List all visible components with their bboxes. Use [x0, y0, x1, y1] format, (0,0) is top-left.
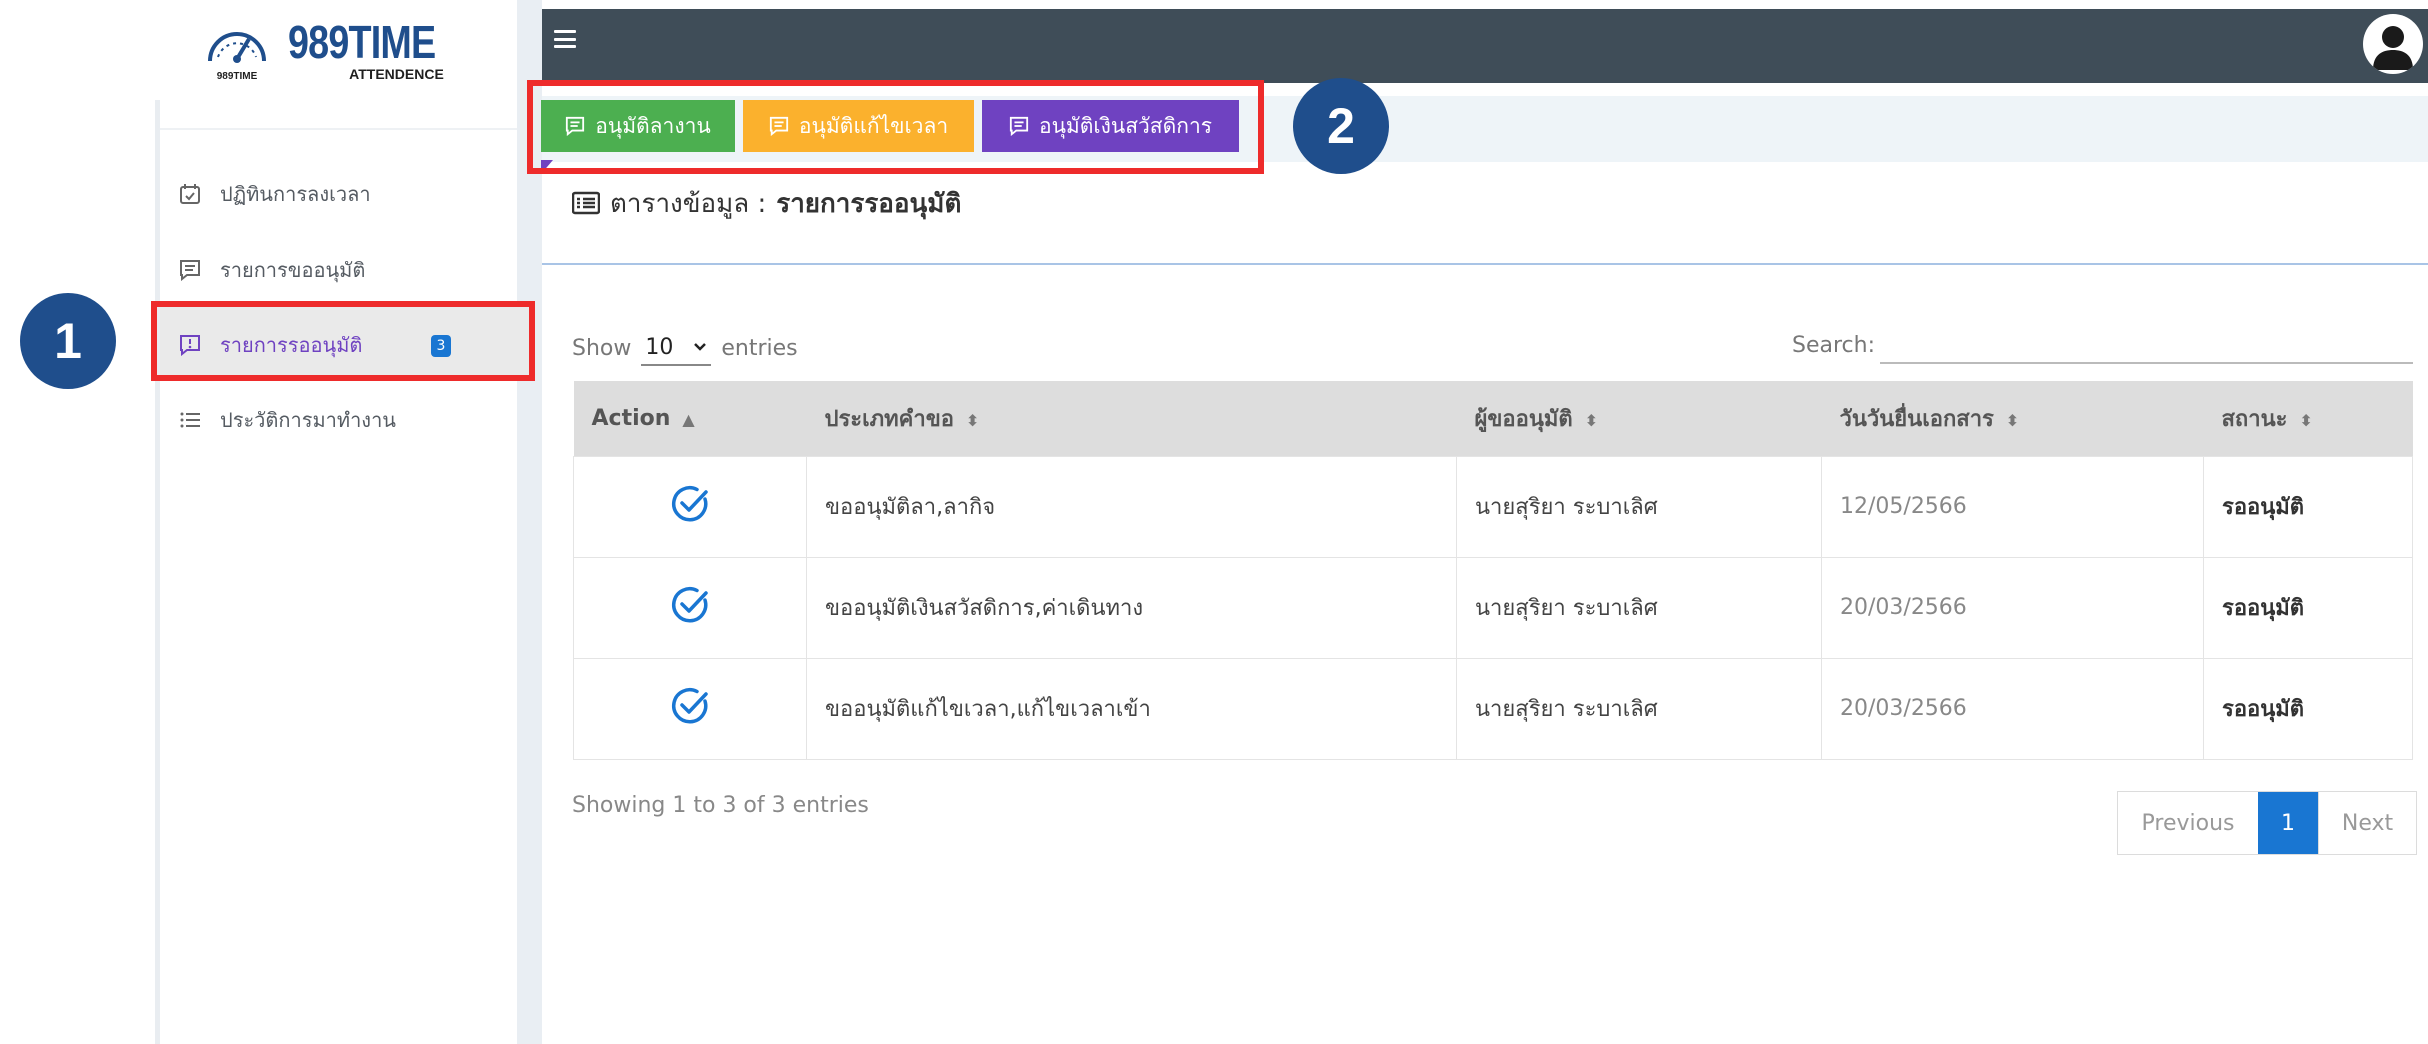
show-label: Show — [572, 335, 632, 361]
action-cell — [573, 455, 807, 558]
approve-check-icon[interactable] — [669, 584, 711, 626]
sidebar-item-attendance-history[interactable]: ประวัติการมาทำงาน — [178, 400, 396, 440]
page-title-prefix: ตารางข้อมูล : — [610, 188, 767, 219]
step-marker-1: 1 — [20, 293, 116, 389]
pagination: Previous 1 Next — [2117, 791, 2417, 855]
submit-date-cell: 20/03/2566 — [1821, 556, 2204, 659]
sidebar-item-label: ประวัติการมาทำงาน — [220, 408, 396, 432]
highlight-box-sidebar — [151, 301, 535, 381]
pending-approval-table: Action ▲ ประเภทคำขอ ⬍ ผู้ขออนุมัติ ⬍ วันวัน… — [573, 381, 2413, 760]
logo: 989TIME 989TIME ATTENDENCE — [155, 0, 517, 100]
approve-check-icon[interactable] — [669, 685, 711, 727]
hamburger-icon[interactable] — [554, 30, 576, 48]
table-list-icon — [572, 191, 600, 215]
logo-title: 989TIME — [288, 16, 436, 68]
submit-date-cell: 20/03/2566 — [1821, 657, 2204, 760]
sidebar-item-label: รายการขออนุมัติ — [220, 258, 366, 282]
action-cell — [573, 556, 807, 659]
table-header-row: Action ▲ ประเภทคำขอ ⬍ ผู้ขออนุมัติ ⬍ วันวัน… — [573, 381, 2413, 456]
logo-subtitle: ATTENDENCE — [349, 66, 444, 82]
column-header-label: วันวันยื่นเอกสาร — [1839, 406, 1994, 432]
status-cell: รออนุมัติ — [2203, 657, 2413, 760]
search-input[interactable] — [1880, 328, 2413, 364]
table-info: Showing 1 to 3 of 3 entries — [572, 793, 869, 818]
column-header-label: สถานะ — [2221, 406, 2288, 432]
step-marker-2: 2 — [1293, 78, 1389, 174]
search-label: Search: — [1792, 333, 1875, 358]
page-title: ตารางข้อมูล : รายการรออนุมัติ — [572, 183, 961, 223]
request-type-cell: ขออนุมัติลา,ลากิจ — [806, 455, 1457, 558]
requester-cell: นายสุริยา ระบาเลิศ — [1456, 556, 1822, 659]
sidebar-item-label: ปฏิทินการลงเวลา — [220, 182, 371, 206]
sort-icon: ⬍ — [2005, 410, 2020, 430]
gauge-caption: 989TIME — [217, 71, 258, 82]
table-row: ขออนุมัติแก้ไขเวลา,แก้ไขเวลาเข้า นายสุริ… — [573, 657, 2413, 760]
sidebar — [155, 100, 517, 1044]
highlight-box-actions — [527, 80, 1264, 174]
column-header-label: ผู้ขออนุมัติ — [1474, 406, 1573, 432]
approve-check-icon[interactable] — [669, 483, 711, 525]
sort-asc-icon: ▲ — [682, 409, 695, 429]
request-type-cell: ขออนุมัติแก้ไขเวลา,แก้ไขเวลาเข้า — [806, 657, 1457, 760]
sidebar-divider — [160, 128, 517, 130]
message-lines-icon — [178, 258, 202, 282]
top-navbar — [519, 9, 2428, 83]
sort-icon: ⬍ — [2299, 410, 2313, 430]
column-header-status[interactable]: สถานะ ⬍ — [2203, 381, 2413, 456]
submit-date-cell: 12/05/2566 — [1821, 455, 2204, 558]
gauge-logo-icon: 989TIME — [208, 32, 267, 82]
column-header-label: Action — [591, 405, 671, 431]
sort-icon: ⬍ — [965, 410, 980, 430]
action-cell — [573, 657, 807, 760]
calendar-check-icon — [178, 182, 202, 206]
request-type-cell: ขออนุมัติเงินสวัสดิการ,ค่าเดินทาง — [806, 556, 1457, 659]
table-row: ขออนุมัติลา,ลากิจ นายสุริยา ระบาเลิศ 12/… — [573, 455, 2413, 558]
column-header-date[interactable]: วันวันยื่นเอกสาร ⬍ — [1821, 381, 2204, 456]
requester-cell: นายสุริยา ระบาเลิศ — [1456, 455, 1822, 558]
column-header-requester[interactable]: ผู้ขออนุมัติ ⬍ — [1456, 381, 1822, 456]
sidebar-item-requests[interactable]: รายการขออนุมัติ — [178, 250, 365, 290]
entries-length-control: Show 10 entries — [572, 330, 798, 366]
entries-select[interactable]: 10 — [641, 330, 712, 366]
status-cell: รออนุมัติ — [2203, 556, 2413, 659]
status-cell: รออนุมัติ — [2203, 455, 2413, 558]
list-icon — [178, 408, 202, 432]
column-header-type[interactable]: ประเภทคำขอ ⬍ — [806, 381, 1457, 456]
column-header-action[interactable]: Action ▲ — [573, 381, 807, 456]
chevron-down-icon — [694, 343, 707, 351]
column-header-label: ประเภทคำขอ — [824, 406, 954, 432]
user-avatar-icon[interactable] — [2363, 14, 2423, 74]
page-1-button[interactable]: 1 — [2258, 792, 2318, 854]
sidebar-item-calendar[interactable]: ปฏิทินการลงเวลา — [178, 174, 371, 214]
sort-icon: ⬍ — [1584, 410, 1599, 430]
table-row: ขออนุมัติเงินสวัสดิการ,ค่าเดินทาง นายสุร… — [573, 556, 2413, 659]
previous-page-button[interactable]: Previous — [2118, 792, 2258, 854]
entries-select-value: 10 — [645, 334, 674, 360]
next-page-button[interactable]: Next — [2318, 792, 2416, 854]
requester-cell: นายสุริยา ระบาเลิศ — [1456, 657, 1822, 760]
app-root: 989TIME 989TIME ATTENDENCE ปฏิทินการลงเว… — [0, 0, 2428, 1044]
entries-label: entries — [721, 335, 798, 361]
card-header-divider — [542, 263, 2428, 265]
page-title-text: รายการรออนุมัติ — [776, 188, 962, 219]
